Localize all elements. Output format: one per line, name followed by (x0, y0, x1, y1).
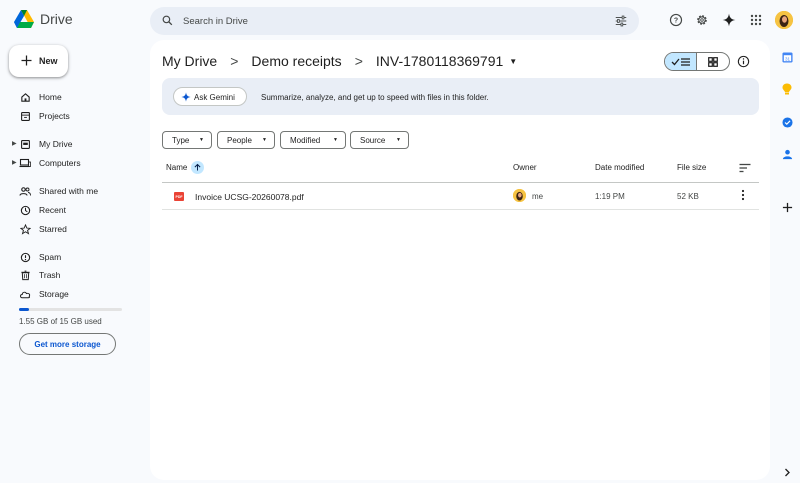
filter-type-chip[interactable]: Type ▼ (162, 131, 212, 149)
sidebar-item-home[interactable]: Home (0, 88, 140, 106)
column-header-owner[interactable]: Owner (513, 163, 537, 172)
check-list-icon (671, 57, 690, 66)
search-bar[interactable]: Search in Drive (150, 7, 639, 35)
column-header-date-modified[interactable]: Date modified (595, 163, 644, 172)
top-bar: Drive Search in Drive ? (0, 0, 800, 40)
drive-logo[interactable]: Drive (14, 10, 73, 28)
gemini-sparkle-icon[interactable] (721, 12, 737, 28)
projects-icon (19, 110, 31, 122)
dropdown-arrow-icon: ▼ (199, 137, 204, 143)
breadcrumb-demo-receipts[interactable]: Demo receipts (251, 53, 341, 69)
account-avatar[interactable] (775, 11, 793, 29)
sort-ascending-icon[interactable] (191, 161, 204, 174)
tasks-icon[interactable] (781, 116, 793, 128)
list-view-button[interactable] (665, 53, 698, 70)
more-actions-icon[interactable] (741, 189, 745, 201)
filter-people-chip[interactable]: People ▼ (217, 131, 275, 149)
get-more-storage-button[interactable]: Get more storage (19, 333, 116, 355)
plus-icon (21, 55, 32, 66)
breadcrumb-current-folder[interactable]: INV-1780118369791 (376, 53, 503, 69)
expand-caret-icon[interactable]: ▶ (12, 140, 17, 147)
trash-icon (19, 269, 31, 281)
search-input[interactable]: Search in Drive (183, 16, 248, 27)
owner-avatar (513, 189, 526, 202)
search-options-icon[interactable] (614, 14, 628, 28)
calendar-icon[interactable]: 31 (781, 51, 793, 63)
apps-grid-icon[interactable] (748, 12, 764, 28)
main-content: My Drive > Demo receipts > INV-178011836… (150, 40, 770, 480)
sidebar-item-spam[interactable]: Spam (0, 248, 140, 266)
sidebar-item-starred[interactable]: Starred (0, 220, 140, 238)
dropdown-arrow-icon: ▼ (333, 137, 338, 143)
storage-usage-bar (19, 308, 122, 311)
column-header-name[interactable]: Name (166, 163, 187, 172)
ask-gemini-button[interactable]: Ask Gemini (173, 87, 247, 106)
dropdown-arrow-icon: ▼ (396, 137, 401, 143)
add-addon-plus-icon[interactable] (781, 201, 793, 213)
settings-gear-icon[interactable] (694, 12, 710, 28)
sidebar-item-my-drive[interactable]: ▶ My Drive (0, 135, 140, 153)
sort-options-icon[interactable] (739, 163, 751, 173)
storage-usage-text: 1.55 GB of 15 GB used (19, 317, 102, 326)
contacts-icon[interactable] (781, 148, 793, 160)
pdf-file-icon: PDF (174, 192, 184, 201)
spam-icon (19, 251, 31, 263)
filter-source-chip[interactable]: Source ▼ (350, 131, 409, 149)
info-icon[interactable] (737, 55, 750, 68)
expand-caret-icon[interactable]: ▶ (12, 159, 17, 166)
breadcrumb-separator: > (354, 53, 363, 69)
filter-modified-chip[interactable]: Modified ▼ (280, 131, 346, 149)
breadcrumb-separator: > (230, 53, 239, 69)
star-icon (19, 223, 31, 235)
keep-icon[interactable] (781, 83, 793, 95)
expand-panel-chevron-icon[interactable] (781, 466, 793, 478)
table-row[interactable]: PDF Invoice UCSG-20260078.pdf me 1:19 PM… (162, 183, 759, 209)
sidebar-item-trash[interactable]: Trash (0, 266, 140, 284)
clock-icon (19, 204, 31, 216)
help-icon[interactable]: ? (668, 12, 684, 28)
dropdown-arrow-icon: ▼ (262, 137, 267, 143)
svg-text:?: ? (674, 18, 678, 25)
new-button[interactable]: New (9, 45, 68, 77)
search-icon[interactable] (161, 14, 174, 27)
sidebar-item-recent[interactable]: Recent (0, 201, 140, 219)
file-owner: me (532, 192, 544, 201)
breadcrumb-my-drive[interactable]: My Drive (162, 53, 217, 69)
file-name[interactable]: Invoice UCSG-20260078.pdf (195, 192, 304, 202)
column-header-file-size[interactable]: File size (677, 163, 706, 172)
storage-usage-fill (19, 308, 30, 311)
sidebar-item-projects[interactable]: Projects (0, 107, 140, 125)
sidebar-item-computers[interactable]: ▶ Computers (0, 154, 140, 172)
gemini-banner-text: Summarize, analyze, and get up to speed … (261, 93, 489, 102)
home-icon (19, 91, 31, 103)
gemini-banner: Ask Gemini Summarize, analyze, and get u… (162, 78, 759, 115)
sidebar-item-storage[interactable]: Storage (0, 285, 140, 303)
svg-text:31: 31 (784, 56, 790, 61)
app-name: Drive (40, 11, 73, 27)
row-divider (162, 209, 759, 210)
folder-menu-dropdown-icon[interactable]: ▼ (509, 57, 517, 66)
file-size: 52 KB (677, 192, 699, 201)
gemini-sparkle-icon (181, 92, 191, 102)
breadcrumb: My Drive > Demo receipts > INV-178011836… (162, 53, 517, 69)
grid-view-button[interactable] (697, 53, 729, 70)
drive-logo-icon (14, 10, 34, 28)
view-toggle (664, 52, 730, 71)
file-date-modified: 1:19 PM (595, 192, 625, 201)
shared-icon (19, 185, 31, 197)
computers-icon (19, 157, 31, 169)
grid-view-icon (708, 56, 718, 67)
sidebar-item-shared[interactable]: Shared with me (0, 182, 140, 200)
new-button-label: New (39, 56, 58, 66)
my-drive-icon (19, 138, 31, 150)
cloud-icon (19, 288, 31, 300)
